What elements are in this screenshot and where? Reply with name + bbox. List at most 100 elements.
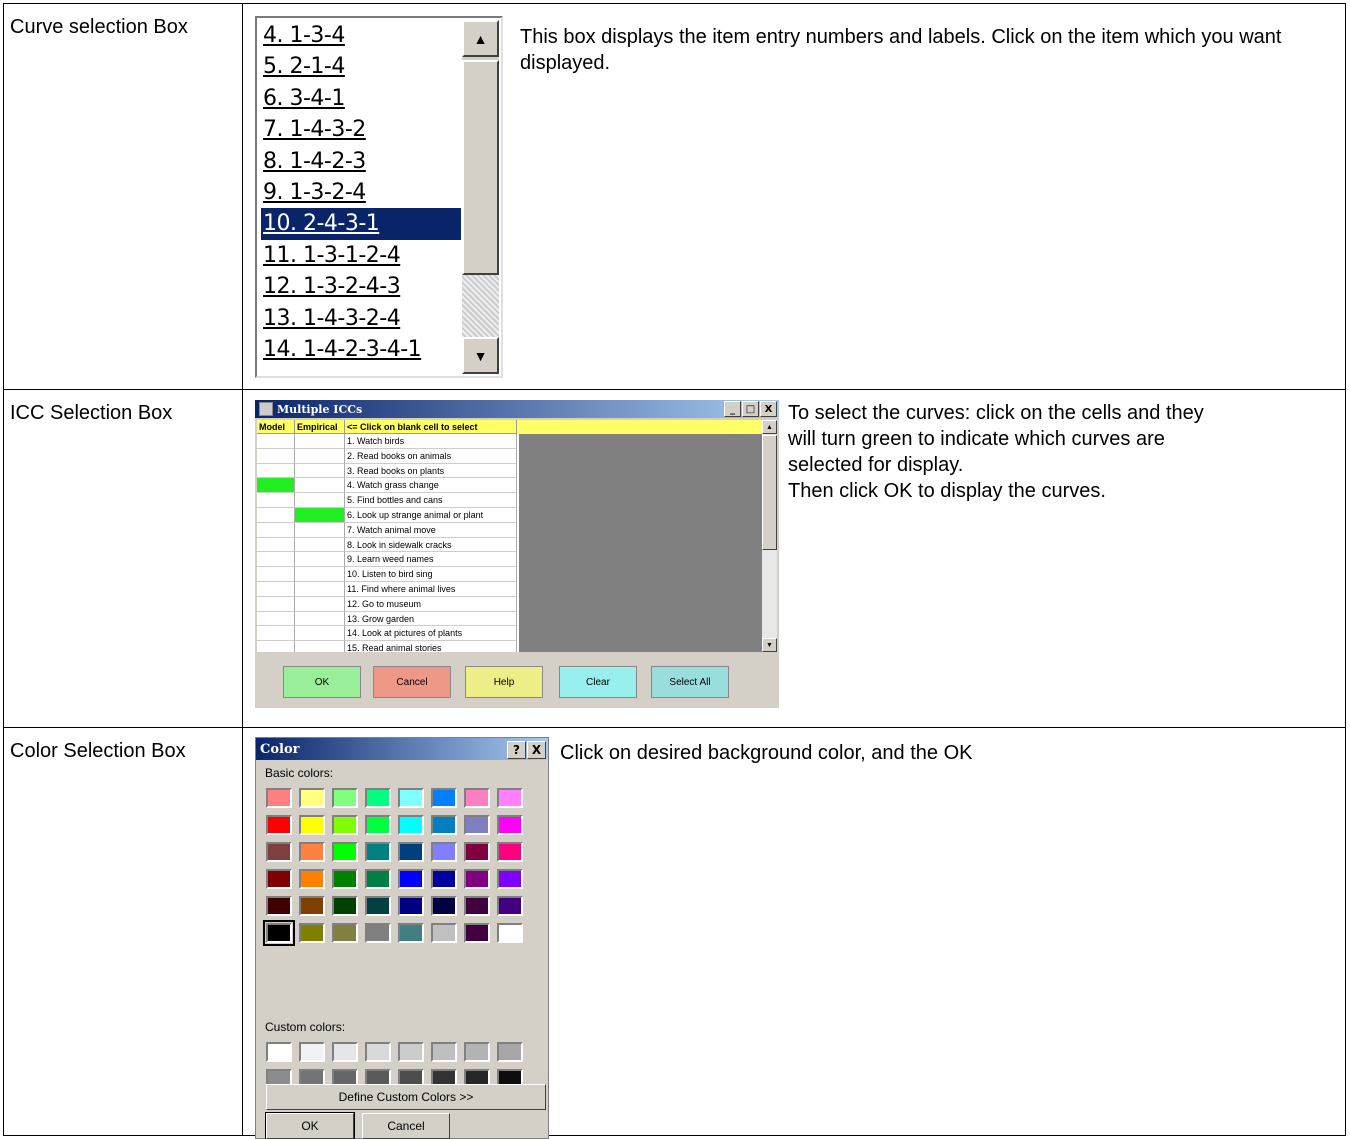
model-cell[interactable] <box>257 493 295 508</box>
basic-color-swatch[interactable] <box>365 923 391 943</box>
model-cell[interactable] <box>257 448 295 464</box>
basic-color-swatch[interactable] <box>266 842 292 862</box>
scroll-thumb[interactable] <box>462 60 499 275</box>
clear-button[interactable]: Clear <box>559 666 637 698</box>
basic-color-swatch[interactable] <box>299 869 325 889</box>
model-cell[interactable] <box>257 522 295 538</box>
curve-list-item[interactable]: 6. 3-4-1 <box>261 83 461 114</box>
model-cell[interactable] <box>257 596 295 612</box>
empirical-cell[interactable] <box>295 552 345 568</box>
basic-color-swatch[interactable] <box>497 869 523 889</box>
curve-list-item[interactable]: 13. 1-4-3-2-4 <box>261 303 461 334</box>
curve-list-item[interactable]: 8. 1-4-2-3 <box>261 146 461 177</box>
empirical-cell[interactable] <box>295 493 345 508</box>
list-scrollbar[interactable]: ▲ ▼ <box>462 20 499 374</box>
curve-list-item[interactable]: 4. 1-3-4 <box>261 20 461 51</box>
model-cell[interactable] <box>257 537 295 553</box>
help-button[interactable]: Help <box>465 666 543 698</box>
basic-color-swatch[interactable] <box>332 869 358 889</box>
basic-color-swatch[interactable] <box>398 869 424 889</box>
basic-color-swatch[interactable] <box>398 842 424 862</box>
basic-color-swatch[interactable] <box>365 869 391 889</box>
model-cell[interactable] <box>257 567 295 582</box>
empirical-cell[interactable] <box>295 522 345 538</box>
basic-color-swatch[interactable] <box>398 815 424 835</box>
close-button[interactable]: X <box>527 741 546 759</box>
basic-color-swatch[interactable] <box>398 788 424 808</box>
basic-color-swatch[interactable] <box>464 815 490 835</box>
curve-list-item[interactable]: 10. 2-4-3-1 <box>261 208 461 240</box>
empirical-cell[interactable] <box>295 611 345 627</box>
scroll-up-button[interactable]: ▲ <box>462 20 499 57</box>
model-cell[interactable] <box>257 507 295 523</box>
basic-color-swatch[interactable] <box>497 788 523 808</box>
empirical-cell[interactable] <box>295 596 345 612</box>
basic-color-swatch[interactable] <box>431 815 457 835</box>
basic-color-swatch[interactable] <box>398 923 424 943</box>
curve-list-item[interactable]: 11. 1-3-1-2-4 <box>261 240 461 271</box>
basic-color-swatch[interactable] <box>266 815 292 835</box>
help-button[interactable]: ? <box>507 741 526 759</box>
model-cell[interactable] <box>257 641 295 652</box>
empirical-cell[interactable] <box>295 641 345 652</box>
basic-color-swatch[interactable] <box>332 788 358 808</box>
basic-color-swatch[interactable] <box>365 896 391 916</box>
empirical-cell[interactable] <box>295 463 345 479</box>
basic-color-swatch[interactable] <box>266 788 292 808</box>
basic-color-swatch[interactable] <box>299 842 325 862</box>
curve-list-item[interactable]: 12. 1-3-2-4-3 <box>261 271 461 302</box>
basic-color-swatch[interactable] <box>497 896 523 916</box>
custom-color-swatch[interactable] <box>464 1042 490 1062</box>
custom-color-swatch[interactable] <box>332 1042 358 1062</box>
scroll-thumb[interactable] <box>762 435 777 550</box>
empirical-cell[interactable] <box>295 434 345 449</box>
custom-color-swatch[interactable] <box>266 1042 292 1062</box>
close-button[interactable]: X <box>760 401 777 417</box>
basic-color-swatch[interactable] <box>332 923 358 943</box>
curve-list-item[interactable]: 5. 2-1-4 <box>261 51 461 82</box>
custom-color-swatch[interactable] <box>365 1042 391 1062</box>
custom-color-swatch[interactable] <box>431 1042 457 1062</box>
cancel-button[interactable]: Cancel <box>373 666 451 698</box>
basic-color-swatch[interactable] <box>464 788 490 808</box>
model-cell[interactable] <box>257 463 295 479</box>
empirical-cell[interactable] <box>295 567 345 582</box>
basic-color-swatch[interactable] <box>365 842 391 862</box>
basic-color-swatch[interactable] <box>332 842 358 862</box>
empirical-cell[interactable] <box>295 626 345 642</box>
custom-color-swatch[interactable] <box>299 1042 325 1062</box>
basic-color-swatch[interactable] <box>266 869 292 889</box>
model-cell[interactable] <box>257 478 295 494</box>
minimize-button[interactable]: _ <box>724 401 741 417</box>
basic-color-swatch[interactable] <box>266 896 292 916</box>
curve-list-item[interactable]: 14. 1-4-2-3-4-1 <box>261 334 461 365</box>
curve-list-item[interactable]: 7. 1-4-3-2 <box>261 114 461 145</box>
basic-color-swatch[interactable] <box>464 923 490 943</box>
basic-color-swatch[interactable] <box>431 923 457 943</box>
basic-color-swatch[interactable] <box>332 896 358 916</box>
basic-color-swatch[interactable] <box>464 869 490 889</box>
curve-list-box[interactable]: 4. 1-3-4 5. 2-1-4 6. 3-4-1 7. 1-4-3-2 8. 1-4… <box>255 16 503 378</box>
basic-color-swatch[interactable] <box>365 788 391 808</box>
ok-button[interactable]: OK <box>265 1112 355 1139</box>
basic-color-swatch[interactable] <box>299 923 325 943</box>
basic-color-swatch[interactable] <box>431 788 457 808</box>
basic-color-swatch[interactable] <box>299 815 325 835</box>
basic-color-swatch[interactable] <box>464 896 490 916</box>
maximize-button[interactable]: □ <box>742 401 759 417</box>
scroll-down-button[interactable]: ▼ <box>762 638 777 652</box>
empirical-cell[interactable] <box>295 448 345 464</box>
basic-color-swatch[interactable] <box>263 920 295 946</box>
grid-scrollbar[interactable]: ▲ ▼ <box>762 420 777 652</box>
cancel-button[interactable]: Cancel <box>362 1113 450 1139</box>
model-cell[interactable] <box>257 626 295 642</box>
empirical-cell[interactable] <box>295 478 345 494</box>
basic-color-swatch[interactable] <box>431 842 457 862</box>
scroll-track[interactable] <box>462 275 499 343</box>
empirical-cell[interactable] <box>295 537 345 553</box>
empirical-cell[interactable] <box>295 581 345 597</box>
basic-color-swatch[interactable] <box>365 815 391 835</box>
ok-button[interactable]: OK <box>283 666 361 698</box>
define-custom-colors-button[interactable]: Define Custom Colors >> <box>266 1084 546 1110</box>
basic-color-swatch[interactable] <box>497 815 523 835</box>
